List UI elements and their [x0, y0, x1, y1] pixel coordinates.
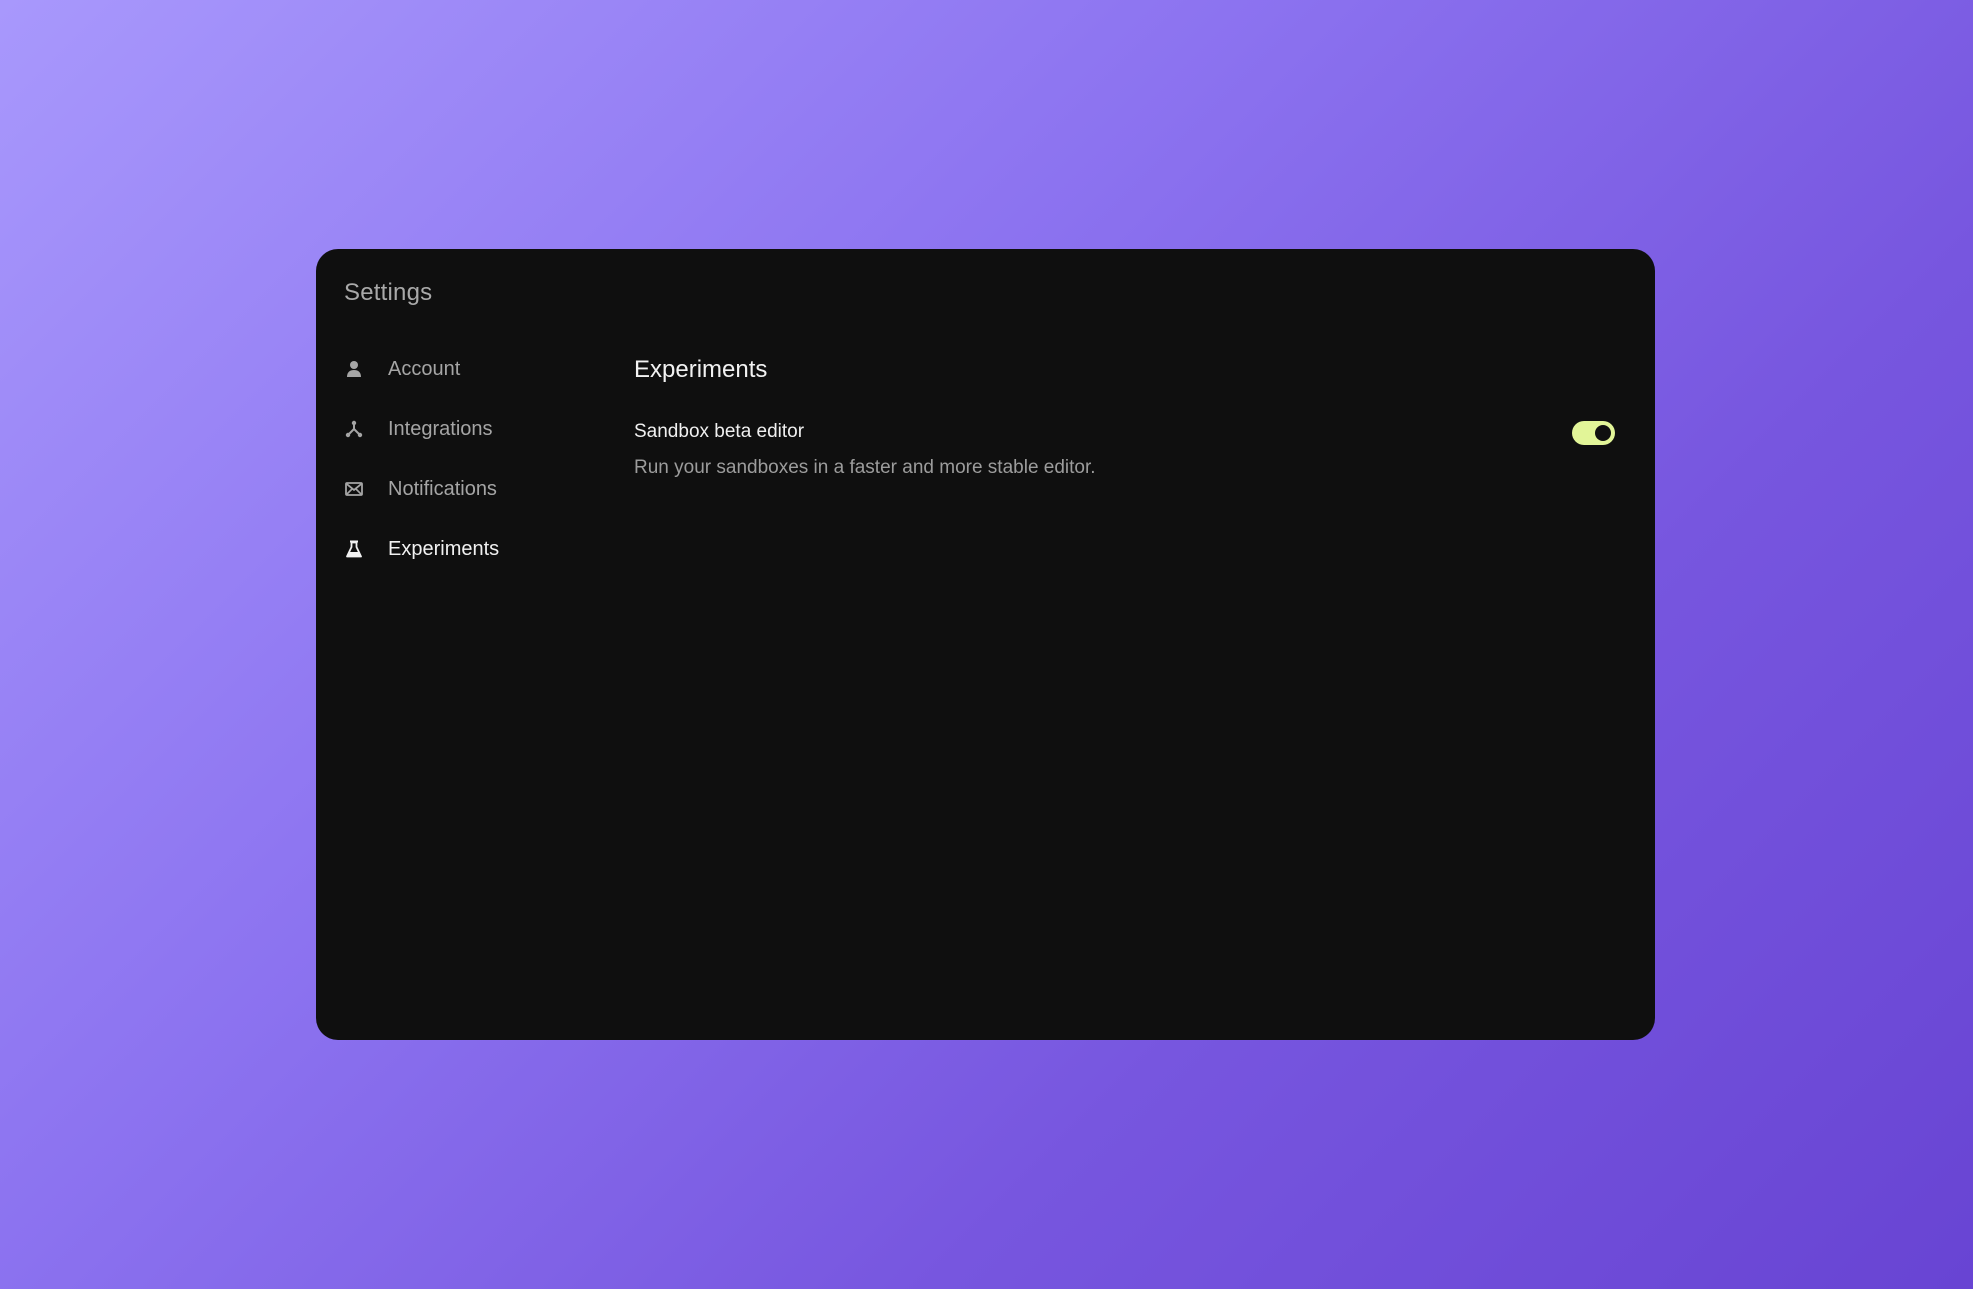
user-icon — [344, 359, 364, 379]
panel-title: Settings — [344, 279, 433, 306]
setting-description: Run your sandboxes in a faster and more … — [634, 457, 1096, 478]
integrations-icon — [344, 419, 364, 439]
sidebar-item-label: Notifications — [388, 477, 497, 500]
setting-row-sandbox-beta-editor: Sandbox beta editor Run your sandboxes i… — [634, 421, 1615, 479]
experiments-content: Experiments Sandbox beta editor Run your… — [634, 356, 1615, 479]
sidebar-item-integrations[interactable]: Integrations — [344, 414, 604, 444]
toggle-knob — [1595, 425, 1611, 441]
sidebar-item-notifications[interactable]: Notifications — [344, 474, 604, 504]
settings-panel: Settings Account Integrations Notificati… — [316, 249, 1655, 1040]
flask-icon — [344, 539, 364, 559]
sidebar-item-experiments[interactable]: Experiments — [344, 534, 604, 564]
sidebar-item-account[interactable]: Account — [344, 354, 604, 384]
sidebar-item-label: Integrations — [388, 417, 493, 440]
sidebar-item-label: Account — [388, 357, 461, 380]
settings-sidebar: Account Integrations Notifications Exper… — [344, 354, 604, 594]
envelope-icon — [344, 479, 364, 499]
sidebar-item-label: Experiments — [388, 537, 500, 560]
setting-label: Sandbox beta editor — [634, 421, 805, 442]
section-title: Experiments — [634, 356, 768, 383]
sandbox-beta-editor-toggle[interactable] — [1572, 421, 1615, 445]
